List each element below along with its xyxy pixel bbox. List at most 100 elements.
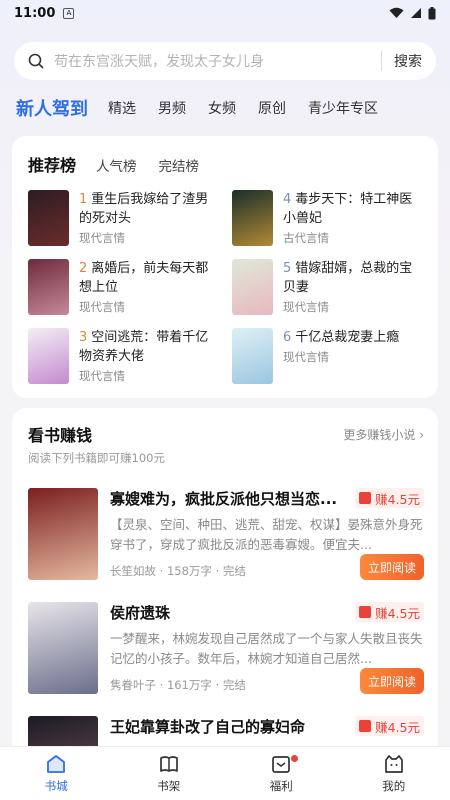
ranking-category: 现代言情 [283,300,329,314]
notification-icon: A [63,7,75,19]
ranking-category: 现代言情 [79,369,125,383]
ranking-category: 现代言情 [283,350,329,364]
book-cover [28,328,69,384]
ranking-info: 4 毒步天下：特工神医小兽妃古代言情 [283,190,424,248]
earn-reward-tag: 赚4.5元 [355,602,424,622]
ranking-category: 现代言情 [79,300,125,314]
book-description: 【灵泉、空间、种田、逃荒、甜宠、权谋】晏殊意外身死穿书了，穿成了疯批反派的恶毒寡… [110,517,423,552]
ranking-title: 4 毒步天下：特工神医小兽妃 [283,190,424,228]
tab-newcomer[interactable]: 新人驾到 [16,95,88,121]
search-divider [381,51,382,71]
book-title: 王妃靠算卦改了自己的寡妇命 [110,718,306,736]
tab-recommend-rank[interactable]: 推荐榜 [28,152,76,176]
search-bar[interactable]: 苟在东宫涨天赋，发现太子女儿身 搜索 [14,42,436,80]
bookshelf-icon [159,756,178,772]
tab-mine[interactable]: 我的 [338,747,450,800]
book-cover [28,190,69,246]
ranking-title: 5 错嫁甜婿，总裁的宝贝妻 [283,259,424,297]
more-earn-label: 更多赚钱小说 [343,427,416,442]
read-now-button[interactable]: 立即阅读 [360,668,424,694]
channel-tabs: 新人驾到 精选 男频 女频 原创 青少年专区 [0,94,450,122]
ranking-info: 5 错嫁甜婿，总裁的宝贝妻现代言情 [283,259,424,317]
ranking-item[interactable]: 5 错嫁甜婿，总裁的宝贝妻现代言情 [232,259,424,317]
ranking-item[interactable]: 3 空间逃荒：带着千亿物资养大佬现代言情 [28,328,220,386]
book-cover [232,259,273,315]
ranking-title-text: 重生后我嫁给了渣男的死对头 [79,192,209,226]
ranking-item[interactable]: 6 千亿总裁宠妻上瘾现代言情 [232,328,424,386]
ranking-tabs: 推荐榜 人气榜 完结榜 [28,152,424,176]
earn-reward-tag: 赚4.5元 [355,716,424,736]
red-packet-icon [359,606,372,618]
search-button[interactable]: 搜索 [394,51,422,71]
red-packet-icon [359,492,372,504]
rank-number: 1 [79,192,88,207]
ranking-category: 古代言情 [283,231,329,245]
status-icons [389,6,436,20]
book-cover [28,488,98,580]
earn-book-item[interactable]: 侯府遗珠一梦醒来，林婉发现自己居然成了一个与家人失散且丧失记忆的小孩子。数年后，… [28,602,424,694]
book-cover [232,328,273,384]
earn-title: 看书赚钱 [28,426,93,445]
tab-mine-label: 我的 [382,779,406,793]
tab-bookshelf-label: 书架 [157,779,181,793]
bookstore-icon [47,755,66,773]
tab-welfare-label: 福利 [269,779,293,793]
gift-icon [272,756,291,773]
book-cover [28,602,98,694]
ranking-list: 1 重生后我嫁给了渣男的死对头 现代言情 4 毒步天下：特工神医小兽妃 古代言情 2 离婚后，… [28,190,424,386]
tab-bookshelf[interactable]: 书架 [113,747,226,800]
ranking-title: 3 空间逃荒：带着千亿物资养大佬 [79,328,220,366]
ranking-card: 推荐榜 人气榜 完结榜 1 重生后我嫁给了渣男的死对头 现代言情 4 毒步天下：特工神医… [12,136,438,398]
tab-bookstore[interactable]: 书城 [0,747,113,800]
ranking-title: 2 离婚后，前夫每天都想上位 [79,259,220,297]
welfare-badge-dot [291,755,299,762]
book-title: 寡嫂难为，疯批反派他只想当恋... [110,490,338,508]
earn-card: 看书赚钱 更多赚钱小说 › 阅读下列书籍即可赚100元 寡嫂难为，疯批反派他只想… [12,408,438,800]
wifi-icon [389,7,404,18]
tab-female[interactable]: 女频 [208,98,236,118]
tab-popular-rank[interactable]: 人气榜 [96,155,137,175]
rank-number: 4 [283,192,292,207]
earn-header: 看书赚钱 更多赚钱小说 › [28,422,424,446]
rank-number: 3 [79,330,88,345]
ranking-title-text: 毒步天下：特工神医小兽妃 [283,192,413,226]
earn-reward-text: 赚4.5元 [375,605,420,621]
book-description: 一梦醒来，林婉发现自己居然成了一个与家人失散且丧失记忆的小孩子。数年后，林婉才知… [110,631,423,666]
search-input[interactable]: 苟在东宫涨天赋，发现太子女儿身 [54,51,381,71]
rank-number: 6 [283,330,292,345]
read-now-button[interactable]: 立即阅读 [360,554,424,580]
book-title: 侯府遗珠 [110,604,171,622]
profile-icon [384,755,403,773]
earn-reward-text: 赚4.5元 [375,491,420,507]
ranking-item[interactable]: 4 毒步天下：特工神医小兽妃古代言情 [232,190,424,248]
tab-featured[interactable]: 精选 [108,98,136,118]
red-packet-icon [359,720,372,732]
signal-icon [411,8,421,18]
book-cover [232,190,273,246]
earn-book-item[interactable]: 寡嫂难为，疯批反派他只想当恋... 【灵泉、空间、种田、逃荒、甜宠、权谋】晏殊意外… [28,488,424,580]
ranking-title-text: 空间逃荒：带着千亿物资养大佬 [79,330,209,364]
tab-bookstore-label: 书城 [44,779,68,793]
chevron-right-icon: › [419,427,424,442]
battery-icon [428,6,436,19]
ranking-info: 2 离婚后，前夫每天都想上位现代言情 [79,259,220,317]
ranking-title-text: 错嫁甜婿，总裁的宝贝妻 [283,261,413,295]
ranking-item[interactable]: 1 重生后我嫁给了渣男的死对头 现代言情 [28,190,220,248]
ranking-item[interactable]: 2 离婚后，前夫每天都想上位现代言情 [28,259,220,317]
ranking-info: 1 重生后我嫁给了渣男的死对头 现代言情 [79,190,220,248]
tab-original[interactable]: 原创 [258,98,286,118]
ranking-info: 6 千亿总裁宠妻上瘾现代言情 [283,328,424,386]
earn-subtitle: 阅读下列书籍即可赚100元 [28,451,165,465]
book-cover [28,259,69,315]
tab-welfare[interactable]: 福利 [225,747,338,800]
status-time: 11:00 [14,5,56,21]
ranking-title-text: 离婚后，前夫每天都想上位 [79,261,209,295]
tab-finished-rank[interactable]: 完结榜 [159,155,200,175]
ranking-info: 3 空间逃荒：带着千亿物资养大佬现代言情 [79,328,220,386]
search-icon [28,53,44,69]
tab-male[interactable]: 男频 [158,98,186,118]
tab-youth[interactable]: 青少年专区 [308,98,378,118]
ranking-title-text: 千亿总裁宠妻上瘾 [295,330,400,345]
rank-number: 5 [283,261,292,276]
more-earn-link[interactable]: 更多赚钱小说 › [343,426,424,443]
